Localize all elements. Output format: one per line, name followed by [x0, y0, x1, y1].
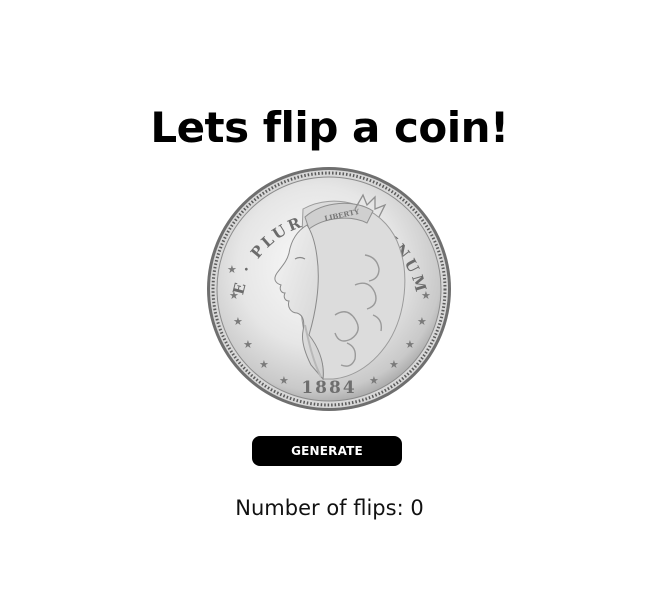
svg-text:★: ★	[233, 315, 243, 328]
flip-counter-label: Number of flips:	[235, 496, 411, 520]
coin-image: E · PLURIBUS · UNUM ★ ★ ★ ★ ★ ★ ★ ★ ★ ★ …	[205, 165, 453, 413]
svg-text:★: ★	[405, 338, 415, 351]
svg-text:★: ★	[369, 374, 379, 387]
morgan-dollar-coin: E · PLURIBUS · UNUM ★ ★ ★ ★ ★ ★ ★ ★ ★ ★ …	[207, 167, 451, 411]
svg-text:★: ★	[389, 358, 399, 371]
generate-button[interactable]: GENERATE	[252, 436, 402, 466]
svg-text:★: ★	[229, 289, 239, 302]
svg-text:★: ★	[259, 358, 269, 371]
svg-text:★: ★	[417, 315, 427, 328]
svg-text:★: ★	[421, 289, 431, 302]
coin-flip-page: Lets flip a coin! E · PLUR NUM ★ ★ ★ ★ ★…	[0, 0, 659, 596]
coin-year: 1884	[301, 378, 356, 398]
page-title: Lets flip a coin!	[150, 103, 509, 153]
flip-counter-value: 0	[410, 496, 424, 520]
svg-text:★: ★	[279, 374, 289, 387]
flip-counter: Number of flips: 0	[0, 493, 659, 523]
svg-text:★: ★	[227, 263, 237, 276]
svg-text:★: ★	[243, 338, 253, 351]
